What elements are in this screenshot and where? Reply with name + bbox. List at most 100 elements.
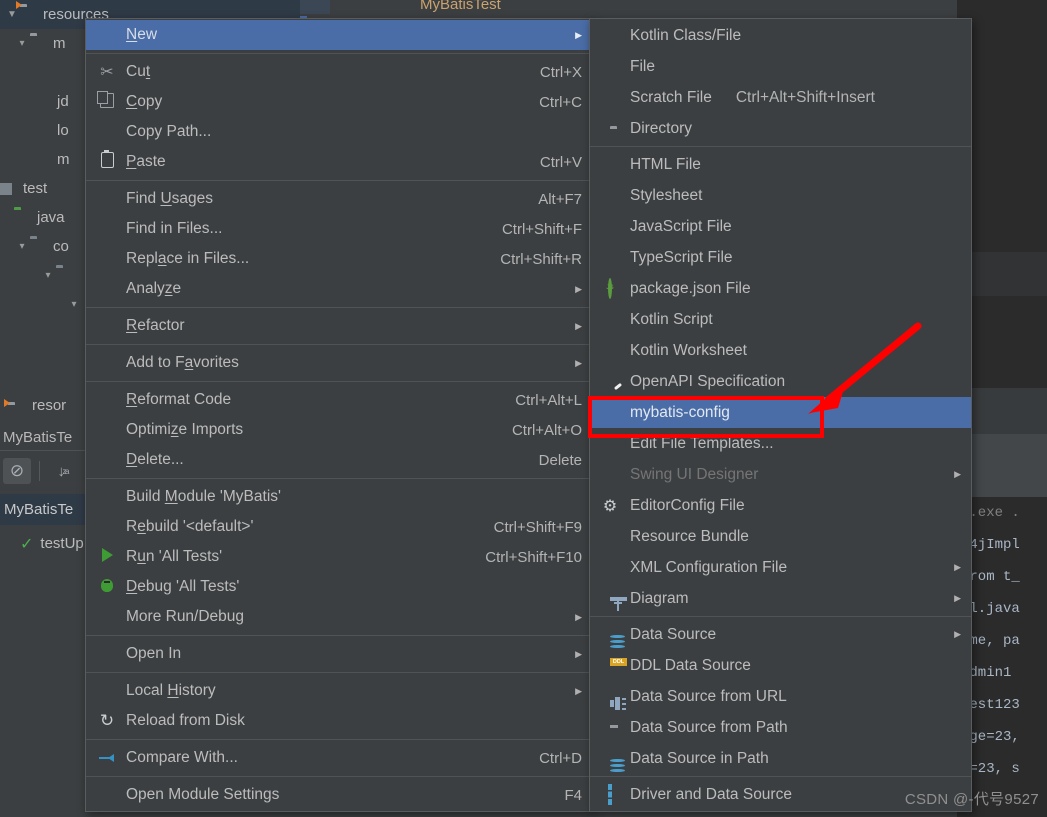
tree-row-resources-2[interactable]: resor (0, 392, 98, 418)
copy-icon (97, 90, 114, 112)
menu-item-analyze[interactable]: Analyze ▶ (86, 274, 592, 304)
menu-item-debug-all-tests[interactable]: Debug 'All Tests' (86, 572, 592, 602)
submenu-item-kotlin-class-file[interactable]: Kotlin Class/File (590, 20, 971, 51)
menu-item-more-run-debug[interactable]: More Run/Debug ▶ (86, 602, 592, 632)
menu-item-reformat-code[interactable]: Reformat Code Ctrl+Alt+L (86, 385, 592, 415)
menu-item-find-usages[interactable]: Find Usages Alt+F7 (86, 184, 592, 214)
menu-separator (86, 381, 592, 382)
menu-item-replace-in-files[interactable]: Replace in Files... Ctrl+Shift+R (86, 244, 592, 274)
submenu-item-swing-ui-designer[interactable]: Swing UI Designer ▶ (590, 459, 971, 490)
scratch-file-icon (598, 88, 622, 107)
tree-label: co (53, 238, 69, 255)
gear-icon: ⚙ (602, 497, 618, 515)
menu-item-paste[interactable]: Paste Ctrl+V (86, 147, 592, 177)
submenu-arrow-icon: ▶ (575, 283, 582, 294)
menu-item-run-all-tests[interactable]: Run 'All Tests' Ctrl+Shift+F10 (86, 542, 592, 572)
toolbar-divider (39, 461, 40, 481)
submenu-item-data-source-from-url[interactable]: Data Source from URL (590, 681, 971, 712)
submenu-item-scratch-file[interactable]: Scratch File Ctrl+Alt+Shift+Insert (590, 82, 971, 113)
submenu-item-label: Data Source in Path (630, 749, 769, 767)
submenu-item-directory[interactable]: Directory (590, 113, 971, 144)
no-entry-icon[interactable]: ⊘ (3, 458, 31, 484)
submenu-item-package-json-file[interactable]: package.json File (590, 273, 971, 304)
ts-file-icon: TS (610, 249, 611, 267)
menu-item-label: Build Module 'MyBatis' (126, 488, 281, 505)
css-file-icon: CSS (598, 186, 622, 205)
menu-item-compare-with[interactable]: Compare With... Ctrl+D (86, 743, 592, 773)
submenu-item-openapi-specification[interactable]: OpenAPI Specification (590, 366, 971, 397)
menu-item-add-to-favorites[interactable]: Add to Favorites ▶ (86, 348, 592, 378)
context-menu[interactable]: New ▶ ✂ Cut Ctrl+X Copy Ctrl+C Copy Path... Past… (85, 18, 593, 812)
submenu-item-label: package.json File (630, 279, 751, 297)
menu-item-icon-slot (96, 317, 118, 335)
expand-arrow-icon[interactable]: ▼ (4, 9, 20, 20)
gear-icon: ⚙ (598, 496, 622, 515)
clipboard-icon (96, 150, 118, 171)
xml-file-icon: <> (34, 152, 52, 168)
expand-arrow-icon[interactable]: ▾ (14, 38, 30, 49)
menu-item-refactor[interactable]: Refactor ▶ (86, 311, 592, 341)
menu-item-label: More Run/Debug (126, 608, 245, 625)
submenu-arrow-icon: ▶ (575, 320, 582, 331)
scissors-icon: ✂ (100, 64, 114, 81)
submenu-item-edit-file-templates[interactable]: Edit File Templates... (590, 428, 971, 459)
tree-label: jd (57, 93, 69, 110)
submenu-item-resource-bundle[interactable]: Resource Bundle (590, 521, 971, 552)
menu-item-reload-from-disk[interactable]: ↻ Reload from Disk (86, 706, 592, 736)
menu-item-label: Add to Favorites (126, 354, 239, 371)
expand-arrow-icon[interactable]: ▾ (14, 241, 30, 252)
menu-item-open-in[interactable]: Open In ▶ (86, 639, 592, 669)
new-submenu[interactable]: Kotlin Class/File File Scratch File Ctrl+Al… (589, 18, 972, 812)
module-icon (0, 181, 18, 197)
nodejs-icon (598, 277, 622, 299)
submenu-item-label: Resource Bundle (630, 527, 749, 545)
submenu-arrow-icon: ▶ (575, 357, 582, 368)
menu-item-open-module-settings[interactable]: Open Module Settings F4 (86, 780, 592, 810)
sort-alphabetically-icon[interactable]: ↓ a z (48, 458, 76, 484)
xml-file-icon: <> (598, 558, 622, 577)
menu-item-delete[interactable]: Delete... Delete (86, 445, 592, 475)
submenu-item-diagram[interactable]: Diagram ▶ (590, 583, 971, 614)
expand-arrow-icon[interactable]: ▾ (66, 299, 82, 310)
submenu-item-data-source-in-path[interactable]: Data Source in Path (590, 743, 971, 774)
submenu-item-editorconfig-file[interactable]: ⚙ EditorConfig File (590, 490, 971, 521)
menu-item-icon-slot (96, 123, 118, 141)
menu-item-shortcut: Ctrl+Alt+O (511, 421, 582, 439)
submenu-item-stylesheet[interactable]: CSS Stylesheet (590, 180, 971, 211)
expand-arrow-icon[interactable]: ▾ (40, 270, 56, 281)
html-file-icon: H (598, 155, 622, 174)
top-tab-fragment (300, 0, 330, 14)
submenu-item-kotlin-worksheet[interactable]: Kotlin Worksheet (590, 335, 971, 366)
menu-item-icon-slot (96, 786, 118, 804)
menu-item-copy-path[interactable]: Copy Path... (86, 117, 592, 147)
copy-icon (96, 90, 118, 112)
submenu-item-label: Edit File Templates... (630, 434, 774, 452)
submenu-item-data-source[interactable]: Data Source ▶ (590, 619, 971, 650)
submenu-item-javascript-file[interactable]: JS JavaScript File (590, 211, 971, 242)
menu-item-new[interactable]: New ▶ (86, 20, 592, 50)
submenu-item-data-source-from-path[interactable]: Data Source from Path (590, 712, 971, 743)
tree-label: test (23, 180, 48, 197)
menu-item-build-module-mybatis[interactable]: Build Module 'MyBatis' (86, 482, 592, 512)
submenu-item-ddl-data-source[interactable]: DDL Data Source (590, 650, 971, 681)
menu-item-shortcut: Ctrl+Alt+L (515, 391, 582, 409)
menu-item-cut[interactable]: ✂ Cut Ctrl+X (86, 57, 592, 87)
menu-item-copy[interactable]: Copy Ctrl+C (86, 87, 592, 117)
submenu-item-label: Data Source from URL (630, 687, 787, 705)
submenu-item-mybatis-config[interactable]: <> mybatis-config (590, 397, 971, 428)
menu-separator (86, 635, 592, 636)
nodejs-icon (608, 277, 612, 299)
submenu-item-xml-configuration-file[interactable]: <> XML Configuration File ▶ (590, 552, 971, 583)
menu-item-optimize-imports[interactable]: Optimize Imports Ctrl+Alt+O (86, 415, 592, 445)
submenu-item-file[interactable]: File (590, 51, 971, 82)
submenu-item-typescript-file[interactable]: TS TypeScript File (590, 242, 971, 273)
submenu-item-label: XML Configuration File (630, 558, 788, 576)
run-icon (96, 548, 118, 566)
menu-item-local-history[interactable]: Local History ▶ (86, 676, 592, 706)
debug-icon (96, 578, 118, 596)
menu-item-rebuild-default[interactable]: Rebuild '<default>' Ctrl+Shift+F9 (86, 512, 592, 542)
submenu-item-kotlin-script[interactable]: Kotlin Script (590, 304, 971, 335)
menu-item-icon-slot (96, 451, 118, 469)
submenu-item-html-file[interactable]: H HTML File (590, 149, 971, 180)
menu-item-find-in-files[interactable]: Find in Files... Ctrl+Shift+F (86, 214, 592, 244)
